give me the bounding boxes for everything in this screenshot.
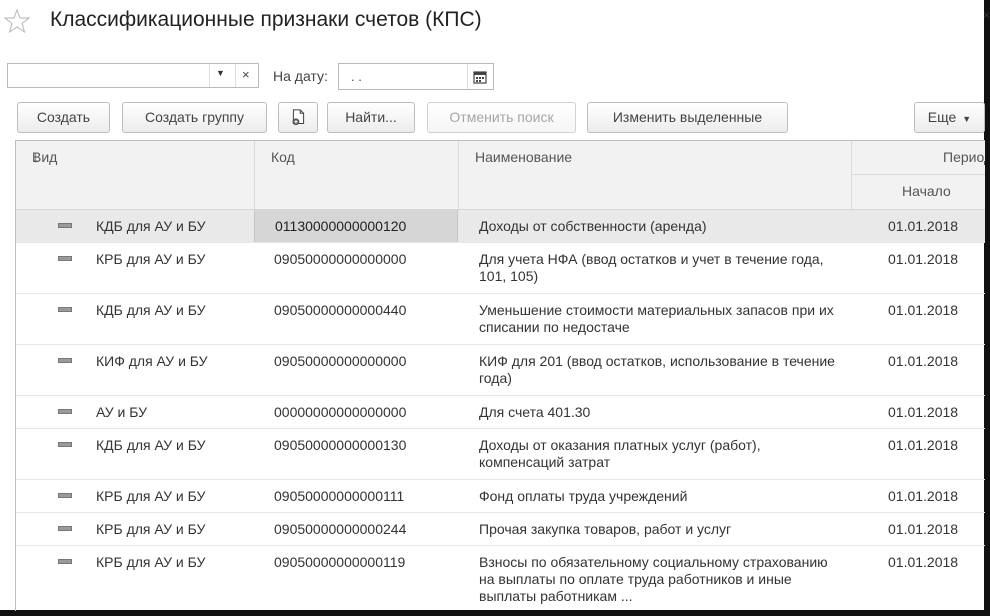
cell-start-date: 01.01.2018 <box>888 302 959 318</box>
more-button[interactable]: Еще ▼ <box>914 102 985 133</box>
divider <box>235 64 236 87</box>
cell-name: Взносы по обязательному социальному стра… <box>479 554 828 604</box>
favorite-star-icon[interactable] <box>4 8 30 34</box>
table-row[interactable]: КРБ для АУ и БУ 09050000000000111 Фонд опл… <box>16 480 985 513</box>
cell-kod[interactable]: 00000000000000000 <box>254 396 458 428</box>
cancel-search-button[interactable]: Отменить поиск <box>427 102 576 133</box>
date-value: . . <box>351 69 362 84</box>
divider <box>209 64 210 87</box>
more-label: Еще <box>927 109 957 125</box>
cell-vid: КДБ для АУ и БУ <box>96 218 206 234</box>
cell-name: Уменьшение стоимости материальных запасо… <box>479 302 834 335</box>
cell-vid: КРБ для АУ и БУ <box>96 251 206 267</box>
create-group-button[interactable]: Создать группу <box>122 102 267 133</box>
table-row[interactable]: КИФ для АУ и БУ 09050000000000000 КИФ для … <box>16 345 985 396</box>
cell-start-date: 01.01.2018 <box>888 521 959 537</box>
cell-vid: КДБ для АУ и БУ <box>96 437 206 453</box>
divider <box>467 64 468 89</box>
item-icon <box>58 493 72 498</box>
cell-start-date: 01.01.2018 <box>888 437 959 453</box>
cell-name: Доходы от собственности (аренда) <box>479 218 707 234</box>
column-header-kod-label: Код <box>271 149 295 165</box>
copy-button[interactable] <box>278 102 318 133</box>
cell-kod[interactable]: 09050000000000000 <box>254 243 458 293</box>
edit-selected-button[interactable]: Изменить выделенные <box>587 102 788 133</box>
item-icon <box>58 559 72 564</box>
item-icon <box>58 442 72 447</box>
table-row[interactable]: КРБ для АУ и БУ 09050000000000000 Для учет… <box>16 243 985 294</box>
accounts-table: Вид ↓ Код Наименование Период Начало КДБ… <box>15 140 985 611</box>
column-header-name[interactable]: Наименование <box>459 141 852 209</box>
item-icon <box>58 256 72 261</box>
column-header-vid[interactable]: Вид ↓ <box>16 141 255 209</box>
cell-start-date: 01.01.2018 <box>888 488 959 504</box>
table-row[interactable]: КРБ для АУ и БУ 09050000000000119 Взносы п… <box>16 546 985 611</box>
create-button[interactable]: Создать <box>17 102 110 133</box>
table-row[interactable]: КДБ для АУ и БУ 09050000000000130 Доходы о… <box>16 429 985 480</box>
cell-vid: КРБ для АУ и БУ <box>96 521 206 537</box>
date-input[interactable]: . . <box>338 63 494 90</box>
item-icon <box>58 526 72 531</box>
column-header-kod[interactable]: Код <box>255 141 459 209</box>
column-header-start-label: Начало <box>902 183 951 199</box>
calendar-icon[interactable] <box>472 69 488 85</box>
cell-vid: КРБ для АУ и БУ <box>96 488 206 504</box>
page-title: Классификационные признаки счетов (КПС) <box>50 8 482 31</box>
cell-start-date: 01.01.2018 <box>888 404 959 420</box>
cell-name: Для учета НФА (ввод остатков и учет в те… <box>479 251 824 284</box>
table-row[interactable]: КДБ для АУ и БУ 01130000000000120 Доходы о… <box>16 210 985 243</box>
chevron-down-icon[interactable]: ▼ <box>216 68 225 78</box>
cell-name: Прочая закупка товаров, работ и услуг <box>479 521 732 537</box>
cell-kod[interactable]: 09050000000000440 <box>254 294 458 344</box>
sort-arrow-icon[interactable]: ↓ <box>32 149 40 166</box>
cell-name: Для счета 401.30 <box>479 404 591 420</box>
column-header-name-label: Наименование <box>475 149 573 165</box>
cell-kod[interactable]: 09050000000000244 <box>254 513 458 545</box>
cell-vid: КИФ для АУ и БУ <box>96 353 208 369</box>
column-group-period-label: Период <box>943 149 985 165</box>
table-row[interactable]: КРБ для АУ и БУ 09050000000000244 Прочая з… <box>16 513 985 546</box>
cell-name: Доходы от оказания платных услуг (работ)… <box>479 437 761 470</box>
cell-vid: КРБ для АУ и БУ <box>96 554 206 570</box>
item-icon <box>58 409 72 414</box>
find-button[interactable]: Найти... <box>327 102 415 133</box>
table-row[interactable]: КДБ для АУ и БУ 09050000000000440 Уменьшен… <box>16 294 985 345</box>
cell-kod[interactable]: 01130000000000120 <box>254 210 458 242</box>
cell-kod[interactable]: 09050000000000119 <box>254 546 458 611</box>
kind-filter-select[interactable]: ▼ × <box>7 63 259 88</box>
clear-icon[interactable]: × <box>242 67 250 82</box>
item-icon <box>58 358 72 363</box>
column-header-start[interactable]: Начало <box>852 175 985 209</box>
column-group-period: Период <box>852 141 985 175</box>
cell-start-date: 01.01.2018 <box>888 218 959 234</box>
table-header: Вид ↓ Код Наименование Период Начало <box>16 141 985 210</box>
item-icon <box>58 307 72 312</box>
cell-kod[interactable]: 09050000000000130 <box>254 429 458 479</box>
cell-vid: АУ и БУ <box>96 404 147 420</box>
close-icon[interactable]: × <box>983 8 990 22</box>
cell-name: Фонд оплаты труда учреждений <box>479 488 688 504</box>
chevron-down-icon: ▼ <box>962 114 972 124</box>
cell-vid: КДБ для АУ и БУ <box>96 302 206 318</box>
cell-start-date: 01.01.2018 <box>888 554 959 570</box>
copy-document-icon <box>292 109 304 126</box>
table-row[interactable]: АУ и БУ 00000000000000000 Для счета 401.30… <box>16 396 985 429</box>
cell-start-date: 01.01.2018 <box>888 353 959 369</box>
cell-kod[interactable]: 09050000000000000 <box>254 345 458 395</box>
cell-kod[interactable]: 09050000000000111 <box>254 480 458 512</box>
cell-name: КИФ для 201 (ввод остатков, использовани… <box>479 353 835 386</box>
date-label: На дату: <box>273 68 328 84</box>
cell-start-date: 01.01.2018 <box>888 251 959 267</box>
item-icon <box>58 223 72 228</box>
